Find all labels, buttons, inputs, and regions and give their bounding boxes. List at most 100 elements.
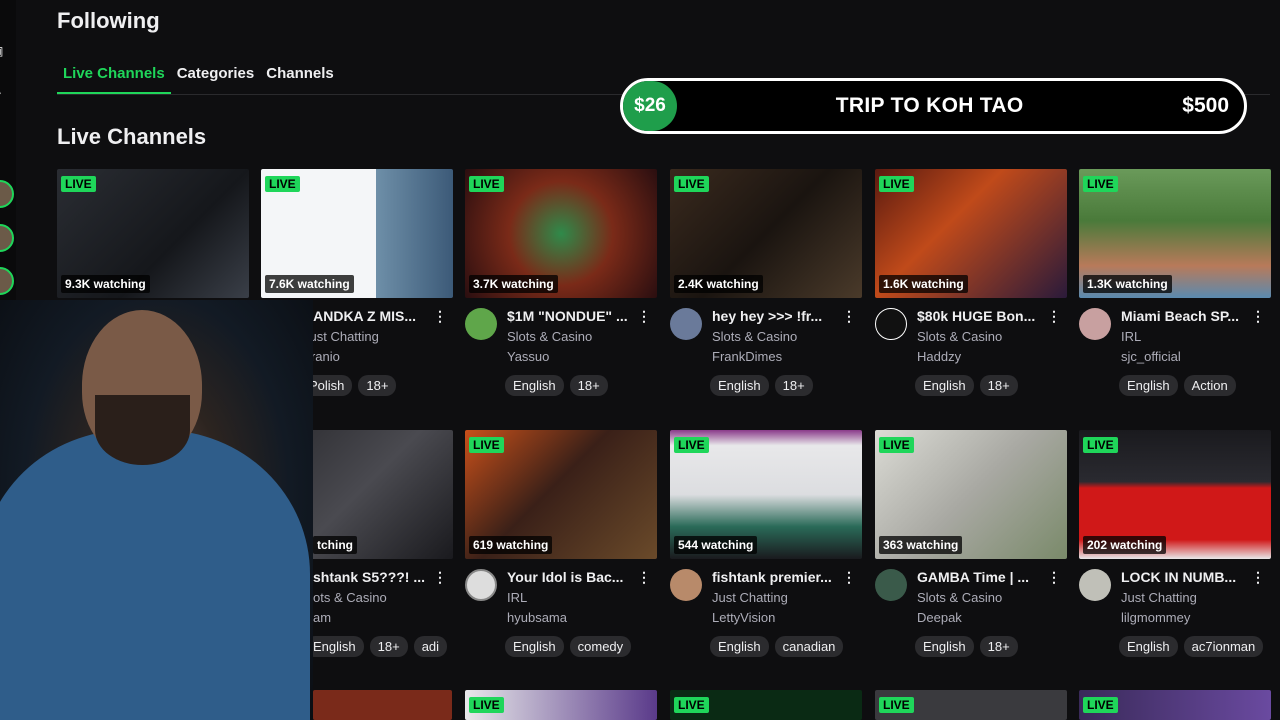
stream-title[interactable]: LOCK IN NUMB... [1121, 569, 1243, 585]
stream-card[interactable]: LIVE 544 watching fishtank premier... ⋮ … [670, 430, 862, 679]
streamer-name[interactable]: Yassuo [507, 349, 549, 364]
streamer-name[interactable]: Haddzy [917, 349, 961, 364]
tab-live-channels[interactable]: Live Channels [57, 62, 171, 94]
stream-card[interactable]: LIVE 1.3K watching Miami Beach SP... ⋮ I… [1079, 169, 1271, 418]
stream-thumbnail[interactable]: LIVE [875, 690, 1067, 720]
stream-category[interactable]: Slots & Casino [712, 329, 797, 344]
home-icon[interactable]: ⌂ [0, 4, 12, 24]
stream-category[interactable]: ots & Casino [313, 590, 387, 605]
more-options-icon[interactable]: ⋮ [1251, 308, 1265, 325]
stream-title[interactable]: shtank S5???! ... [313, 569, 435, 585]
stream-tag[interactable]: 18+ [774, 375, 813, 396]
heart-icon[interactable]: ♥ [0, 146, 12, 166]
stream-tag[interactable]: English [505, 375, 564, 396]
stream-thumbnail[interactable]: LIVE [465, 690, 657, 720]
channel-avatar[interactable] [1079, 569, 1111, 601]
streamer-name[interactable]: sjc_official [1121, 349, 1181, 364]
stream-card[interactable]: LIVE [465, 690, 657, 720]
stream-tag[interactable]: 18+ [358, 375, 397, 396]
stream-category[interactable]: IRL [507, 590, 527, 605]
stream-title[interactable]: hey hey >>> !fr... [712, 308, 834, 324]
stream-thumbnail[interactable]: LIVE 544 watching [670, 430, 862, 559]
channel-avatar[interactable] [670, 308, 702, 340]
stream-tag[interactable]: comedy [569, 636, 632, 657]
stream-category[interactable]: Slots & Casino [917, 329, 1002, 344]
stream-thumbnail[interactable]: LIVE 202 watching [1079, 430, 1271, 559]
streamer-name[interactable]: FrankDimes [712, 349, 782, 364]
stream-thumbnail[interactable]: LIVE 619 watching [465, 430, 657, 559]
stream-card[interactable]: LIVE 3.7K watching $1M "NONDUE" ... ⋮ Sl… [465, 169, 657, 418]
stream-tag[interactable]: English [1119, 375, 1178, 396]
stream-card[interactable]: LIVE 1.6K watching $80k HUGE Bon... ⋮ Sl… [875, 169, 1067, 418]
streamer-name[interactable]: Deepak [917, 610, 962, 625]
stream-thumbnail[interactable]: LIVE 9.3K watching [57, 169, 249, 298]
stream-category[interactable]: Slots & Casino [507, 329, 592, 344]
stream-thumbnail[interactable]: LIVE 363 watching [875, 430, 1067, 559]
stream-tag[interactable]: 18+ [979, 636, 1018, 657]
followed-channel-avatar[interactable] [0, 180, 14, 208]
stream-tag[interactable]: 18+ [369, 636, 408, 657]
channel-avatar[interactable] [875, 569, 907, 601]
channel-avatar[interactable] [875, 308, 907, 340]
stream-tag[interactable]: English [505, 636, 564, 657]
more-options-icon[interactable]: ⋮ [842, 569, 856, 586]
brush-icon[interactable]: ✎ [0, 84, 12, 104]
stream-tag[interactable]: 18+ [979, 375, 1018, 396]
stream-thumbnail[interactable] [313, 690, 452, 720]
more-options-icon[interactable]: ⋮ [842, 308, 856, 325]
more-options-icon[interactable]: ⋮ [433, 569, 447, 586]
stream-category[interactable]: Slots & Casino [917, 590, 1002, 605]
stream-tag[interactable]: English [915, 636, 974, 657]
stream-title[interactable]: fishtank premier... [712, 569, 834, 585]
stream-card[interactable]: LIVE [1079, 690, 1271, 720]
stream-title[interactable]: Miami Beach SP... [1121, 308, 1243, 324]
channel-avatar[interactable] [465, 569, 497, 601]
more-options-icon[interactable]: ⋮ [637, 308, 651, 325]
stream-tag[interactable]: 18+ [569, 375, 608, 396]
stream-card[interactable]: LIVE 619 watching Your Idol is Bac... ⋮ … [465, 430, 657, 679]
stream-tag[interactable]: English [305, 636, 364, 657]
stream-thumbnail[interactable]: LIVE 2.4K watching [670, 169, 862, 298]
more-options-icon[interactable]: ⋮ [1047, 308, 1061, 325]
followed-channel-avatar[interactable] [0, 224, 14, 252]
more-options-icon[interactable]: ⋮ [1251, 569, 1265, 586]
stream-title[interactable]: $1M "NONDUE" ... [507, 308, 629, 324]
streamer-name[interactable]: LettyVision [712, 610, 775, 625]
stream-thumbnail[interactable]: LIVE 7.6K watching [261, 169, 453, 298]
stream-category[interactable]: IRL [1121, 329, 1141, 344]
stream-title[interactable]: $80k HUGE Bon... [917, 308, 1039, 324]
channel-avatar[interactable] [1079, 308, 1111, 340]
stream-thumbnail[interactable]: LIVE 1.3K watching [1079, 169, 1271, 298]
stream-tag[interactable]: English [710, 375, 769, 396]
stream-card[interactable]: LIVE [875, 690, 1067, 720]
stream-tag[interactable]: canadian [774, 636, 844, 657]
more-options-icon[interactable]: ⋮ [637, 569, 651, 586]
stream-tag[interactable]: English [915, 375, 974, 396]
stream-tag[interactable]: Action [1183, 375, 1236, 396]
stream-tag[interactable]: English [1119, 636, 1178, 657]
stream-card[interactable]: LIVE 2.4K watching hey hey >>> !fr... ⋮ … [670, 169, 862, 418]
stream-card[interactable]: LIVE 363 watching GAMBA Time | ... ⋮ Slo… [875, 430, 1067, 679]
stream-tag[interactable]: ac7ionman [1183, 636, 1264, 657]
stream-card[interactable]: LIVE 9.3K watching [57, 169, 249, 298]
calendar-icon[interactable]: ▣ [0, 44, 12, 64]
stream-tag[interactable]: English [710, 636, 769, 657]
tab-categories[interactable]: Categories [171, 62, 261, 94]
more-options-icon[interactable]: ⋮ [1047, 569, 1061, 586]
stream-category[interactable]: Just Chatting [1121, 590, 1197, 605]
streamer-name[interactable]: am [313, 610, 331, 625]
stream-title[interactable]: Your Idol is Bac... [507, 569, 629, 585]
more-options-icon[interactable]: ⋮ [433, 308, 447, 325]
stream-thumbnail[interactable]: LIVE [670, 690, 862, 720]
stream-category[interactable]: Just Chatting [712, 590, 788, 605]
channel-avatar[interactable] [465, 308, 497, 340]
stream-thumbnail[interactable]: LIVE 3.7K watching [465, 169, 657, 298]
stream-title[interactable]: GAMBA Time | ... [917, 569, 1039, 585]
followed-channel-avatar[interactable] [0, 267, 14, 295]
stream-category[interactable]: Just Chatting [303, 329, 379, 344]
stream-card[interactable]: LIVE [670, 690, 862, 720]
stream-thumbnail[interactable]: LIVE 1.6K watching [875, 169, 1067, 298]
stream-title[interactable]: RANDKA Z MIS... [303, 308, 425, 324]
stream-tag[interactable]: adi [413, 636, 448, 657]
tab-channels[interactable]: Channels [260, 62, 340, 94]
